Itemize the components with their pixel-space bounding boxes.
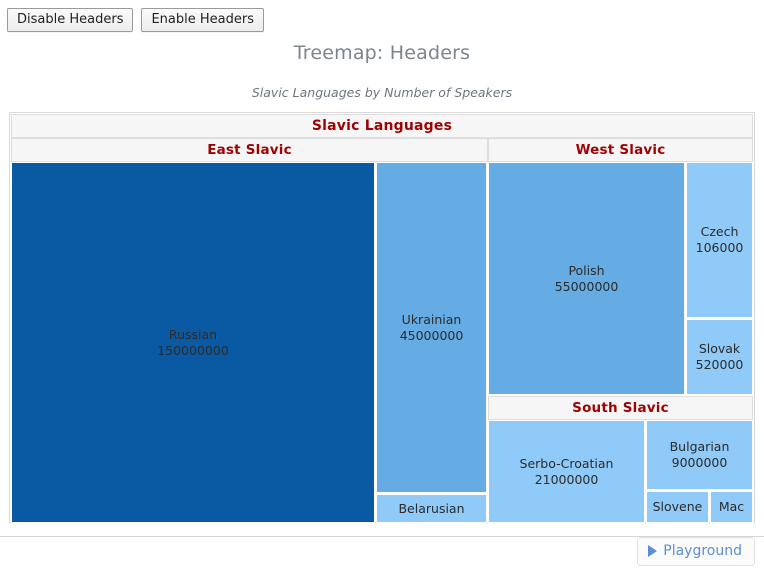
treemap-leaf-belarusian[interactable]: Belarusian bbox=[376, 494, 487, 523]
treemap-leaf-label: Russian bbox=[168, 326, 218, 342]
treemap-leaf-label: Ukrainian bbox=[401, 311, 462, 327]
treemap-leaf-value: 45000000 bbox=[399, 327, 464, 343]
playground-button[interactable]: Playground bbox=[637, 537, 755, 566]
treemap-leaf-label: Belarusian bbox=[398, 500, 465, 516]
enable-headers-button[interactable]: Enable Headers bbox=[141, 8, 264, 32]
toolbar: Disable Headers Enable Headers bbox=[7, 8, 264, 32]
treemap-leaf-value: 150000000 bbox=[157, 342, 229, 358]
treemap-leaf-serbo-croatian[interactable]: Serbo-Croatian 21000000 bbox=[488, 420, 645, 523]
treemap-leaf-label: Polish bbox=[568, 262, 605, 278]
treemap-header-west-slavic[interactable]: West Slavic bbox=[488, 138, 753, 162]
treemap-leaf-label: Serbo-Croatian bbox=[519, 455, 614, 471]
treemap-leaf-value: 106000 bbox=[695, 240, 744, 255]
treemap-leaf-value: 55000000 bbox=[554, 278, 619, 294]
treemap-leaf-bulgarian[interactable]: Bulgarian 9000000 bbox=[646, 420, 753, 490]
treemap-leaf-value: 9000000 bbox=[671, 455, 728, 470]
treemap-leaf-label: Czech bbox=[700, 224, 739, 239]
treemap-header-south-slavic[interactable]: South Slavic bbox=[488, 396, 753, 420]
disable-headers-button[interactable]: Disable Headers bbox=[7, 8, 134, 32]
treemap-leaf-label: Bulgarian bbox=[669, 439, 730, 454]
chart-subtitle: Slavic Languages by Number of Speakers bbox=[251, 85, 513, 100]
treemap-leaf-polish[interactable]: Polish 55000000 bbox=[488, 162, 685, 395]
treemap-leaf-slovene[interactable]: Slovene bbox=[646, 491, 709, 523]
treemap-leaf-label: Slovak bbox=[698, 341, 741, 356]
treemap-leaf-czech[interactable]: Czech 106000 bbox=[686, 162, 753, 318]
treemap-leaf-label: Mac bbox=[718, 499, 745, 514]
treemap-leaf-value: 21000000 bbox=[534, 471, 599, 487]
treemap-leaf-macedonian[interactable]: Mac bbox=[710, 491, 753, 523]
play-triangle-icon bbox=[648, 545, 658, 557]
chart-title: Treemap: Headers bbox=[293, 42, 471, 64]
treemap-header-root[interactable]: Slavic Languages bbox=[11, 114, 753, 138]
treemap-chart: Slavic Languages East Slavic West Slavic… bbox=[9, 112, 755, 523]
treemap-leaf-label: Slovene bbox=[652, 499, 703, 514]
treemap-leaf-russian[interactable]: Russian 150000000 bbox=[11, 162, 375, 523]
treemap-leaf-value: 520000 bbox=[695, 357, 744, 372]
treemap-header-east-slavic[interactable]: East Slavic bbox=[11, 138, 488, 162]
playground-label: Playground bbox=[663, 543, 742, 559]
treemap-leaf-ukrainian[interactable]: Ukrainian 45000000 bbox=[376, 162, 487, 493]
treemap-leaf-slovak[interactable]: Slovak 520000 bbox=[686, 319, 753, 395]
